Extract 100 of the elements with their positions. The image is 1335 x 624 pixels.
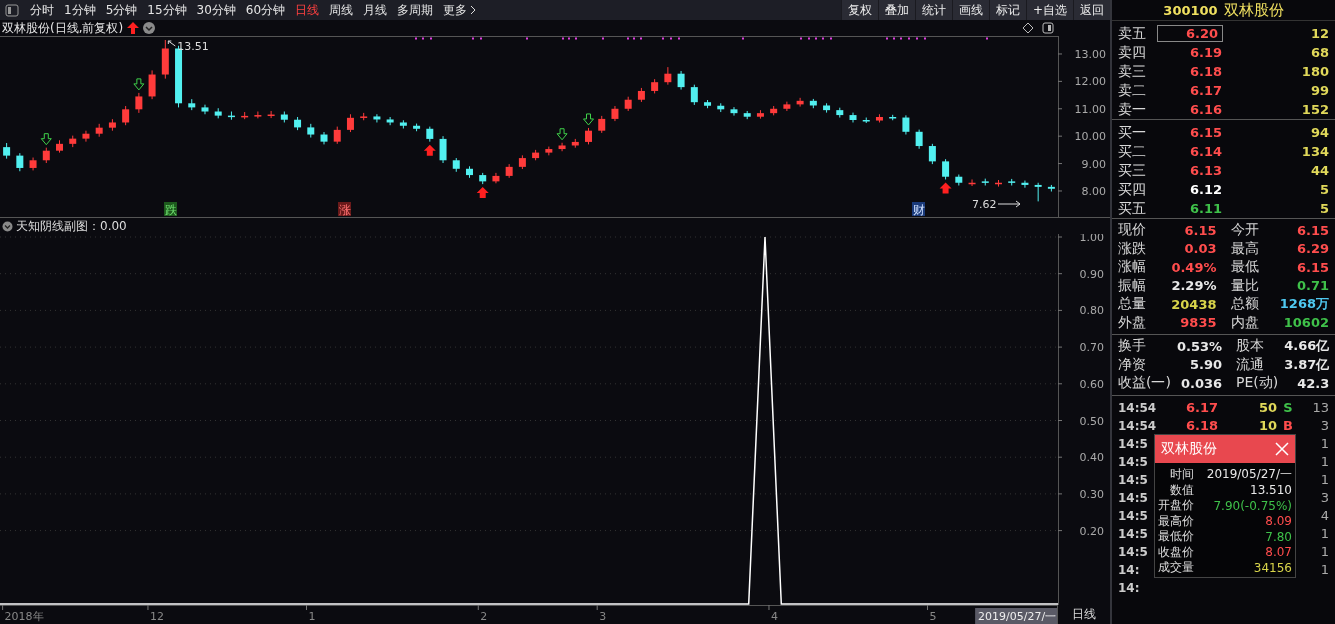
candle — [466, 165, 473, 179]
candle — [651, 78, 659, 94]
order-price[interactable]: 6.15 — [1158, 125, 1222, 140]
stat-label: 收益(一) — [1118, 374, 1171, 393]
trade-price: 6.17 — [1184, 400, 1218, 415]
candle — [214, 107, 222, 119]
candle — [399, 119, 407, 129]
candle — [320, 131, 328, 145]
candle — [532, 149, 540, 161]
tooltip-value: 13.510 — [1249, 483, 1292, 497]
down-arrow-icon — [133, 78, 145, 91]
candle — [862, 117, 870, 124]
stat-value: 6.29 — [1295, 241, 1329, 257]
toolbar-button[interactable]: 叠加 — [877, 0, 915, 20]
candle — [201, 104, 209, 115]
period-tab[interactable]: 分时 — [25, 1, 59, 19]
stat-value: 4.66亿 — [1284, 337, 1330, 356]
candle — [915, 129, 923, 150]
dropdown-icon[interactable] — [2, 220, 13, 232]
order-price[interactable]: 6.17 — [1158, 83, 1222, 98]
stat-label: PE(动) — [1235, 374, 1279, 393]
period-tab[interactable]: 5分钟 — [100, 1, 143, 19]
tooltip-label: 开盘价 — [1158, 497, 1194, 514]
candle — [796, 97, 804, 108]
toolbar-button[interactable]: 复权 — [840, 0, 878, 20]
time-axis-label: 2018年 — [4, 610, 44, 623]
leader-line — [997, 200, 1021, 208]
candle — [188, 98, 196, 111]
stat-label: 现价 — [1118, 221, 1146, 240]
stat-value: 6.15 — [1295, 259, 1329, 275]
order-price[interactable]: 6.18 — [1158, 64, 1222, 79]
stat-value: 6.15 — [1183, 222, 1217, 238]
order-price[interactable]: 6.16 — [1158, 102, 1222, 117]
candle — [479, 172, 487, 185]
value-axis-label: 0.70 — [1079, 341, 1104, 355]
period-tab[interactable]: 日线 — [290, 1, 325, 19]
trade-count: 13 — [1311, 400, 1329, 415]
order-price[interactable]: 6.20 — [1158, 26, 1222, 41]
candle — [637, 87, 645, 103]
trade-count: 1 — [1319, 544, 1329, 559]
close-icon[interactable] — [1275, 442, 1289, 456]
order-price[interactable]: 6.12 — [1158, 182, 1222, 197]
stat-value: 0.53% — [1176, 338, 1223, 354]
trade-time: 14:5 — [1118, 472, 1149, 487]
candle — [770, 105, 778, 116]
period-tab[interactable]: 30分钟 — [191, 1, 241, 19]
candle — [571, 138, 579, 149]
period-tab[interactable]: 周线 — [324, 1, 359, 19]
candle — [386, 116, 394, 126]
order-price[interactable]: 6.11 — [1158, 201, 1222, 216]
candle — [95, 123, 103, 138]
order-volume: 12 — [1309, 26, 1329, 41]
tooltip-value: 7.90(-0.75%) — [1212, 498, 1292, 513]
diamond-icon[interactable] — [1022, 22, 1034, 34]
candle — [704, 99, 712, 109]
stat-value: 0.03 — [1183, 241, 1217, 257]
candle — [333, 126, 341, 145]
stat-value: 3.87亿 — [1284, 355, 1330, 374]
down-arrow-icon — [556, 128, 568, 141]
order-level-label: 卖二 — [1118, 81, 1147, 100]
tooltip-label: 成交量 — [1158, 559, 1194, 576]
toolbar-button[interactable]: 统计 — [914, 0, 952, 20]
time-axis-label: 2 — [480, 610, 488, 623]
stat-label: 外盘 — [1118, 313, 1146, 332]
order-price[interactable]: 6.14 — [1158, 144, 1222, 159]
order-volume: 5 — [1318, 182, 1329, 197]
toolbar-button[interactable]: +自选 — [1025, 0, 1073, 20]
chevron-icon — [470, 5, 477, 15]
price-axis-label: 9.00 — [1081, 157, 1106, 171]
stat-label: 总量 — [1118, 295, 1146, 314]
order-volume: 5 — [1318, 201, 1329, 216]
order-level-label: 买三 — [1118, 161, 1147, 180]
layout-icon[interactable] — [1042, 22, 1054, 34]
dropdown-icon[interactable] — [143, 22, 156, 34]
candle — [267, 110, 275, 119]
period-tab[interactable]: 多周期 — [392, 1, 439, 19]
order-volume: 68 — [1309, 45, 1329, 60]
tooltip-value: 8.07 — [1264, 545, 1292, 559]
period-tab[interactable]: 15分钟 — [142, 1, 192, 19]
period-tab[interactable]: 更多 — [438, 1, 482, 19]
period-tab[interactable]: 1分钟 — [59, 1, 101, 19]
candle — [928, 143, 936, 165]
candle — [1034, 182, 1042, 202]
trade-count: 3 — [1319, 418, 1329, 433]
order-price[interactable]: 6.13 — [1158, 163, 1222, 178]
candle — [981, 178, 989, 186]
price-axis-label: 8.00 — [1081, 184, 1106, 198]
candle — [56, 139, 63, 154]
candle — [82, 130, 90, 143]
trade-time: 14:5 — [1118, 544, 1149, 559]
panel-icon[interactable] — [5, 3, 19, 17]
stat-label: 振幅 — [1118, 276, 1146, 295]
toolbar-button[interactable]: 标记 — [988, 0, 1026, 20]
toolbar-button[interactable]: 画线 — [951, 0, 989, 20]
period-tab[interactable]: 60分钟 — [240, 1, 291, 19]
trade-price: 6.18 — [1184, 418, 1218, 433]
order-price[interactable]: 6.19 — [1158, 45, 1222, 60]
period-tab[interactable]: 月线 — [358, 1, 393, 19]
tooltip-label: 时间 — [1169, 466, 1194, 483]
trade-count: 1 — [1319, 472, 1329, 487]
